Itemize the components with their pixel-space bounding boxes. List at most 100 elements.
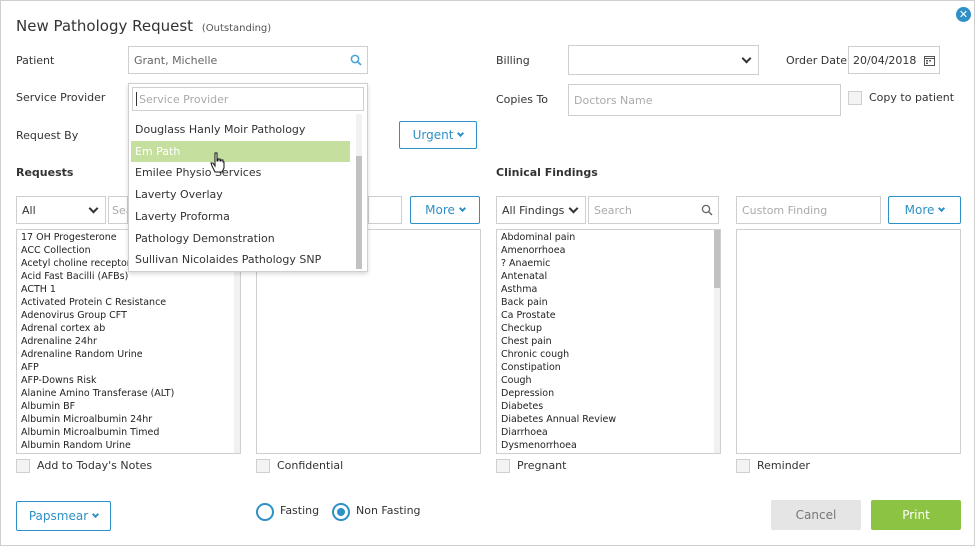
dropdown-option[interactable]: Douglass Hanly Moir Pathology	[131, 119, 350, 140]
list-item[interactable]: Activated Protein C Resistance	[17, 296, 240, 309]
list-item[interactable]: AFP	[17, 361, 240, 374]
request-by-label: Request By	[16, 129, 79, 142]
confidential-checkbox[interactable]	[256, 459, 270, 473]
findings-more-button[interactable]: More	[888, 196, 961, 224]
requests-search-placeholder: Sea	[112, 203, 127, 217]
dropdown-option[interactable]: Laverty Proforma	[131, 206, 350, 227]
list-item[interactable]: Diarrhoea	[497, 426, 720, 439]
list-item[interactable]: Dysmenorrhoea	[497, 439, 720, 452]
pregnant-label: Pregnant	[517, 459, 567, 472]
copy-to-patient-label: Copy to patient	[869, 91, 955, 104]
chevron-down-icon	[457, 129, 465, 138]
order-date-label: Order Date	[786, 54, 848, 67]
cancel-button[interactable]: Cancel	[771, 500, 861, 530]
reminder-checkbox[interactable]	[736, 459, 750, 473]
requests-custom-input[interactable]	[368, 196, 402, 224]
list-item[interactable]: Asthma	[497, 283, 720, 296]
requests-more-label: More	[425, 203, 455, 217]
list-item[interactable]: Back pain	[497, 296, 720, 309]
copy-to-patient-checkbox[interactable]	[848, 91, 862, 105]
list-item[interactable]: Diabetes	[497, 400, 720, 413]
print-button[interactable]: Print	[871, 500, 961, 530]
search-icon[interactable]	[350, 54, 362, 66]
list-item[interactable]: Albumin Random Urine	[17, 439, 240, 452]
chevron-down-icon	[92, 510, 100, 519]
pregnant-checkbox[interactable]	[496, 459, 510, 473]
dropdown-option[interactable]: Emilee Physio Services	[131, 162, 350, 183]
non-fasting-radio[interactable]	[332, 503, 350, 521]
chevron-down-icon	[568, 203, 579, 213]
add-to-notes-label: Add to Today's Notes	[37, 459, 153, 472]
list-item[interactable]: Chest pain	[497, 335, 720, 348]
requests-search-input[interactable]: Sea	[108, 196, 128, 224]
papsmear-label: Papsmear	[28, 509, 89, 523]
custom-finding-placeholder: Custom Finding	[742, 203, 828, 217]
requests-filter-value: All	[22, 203, 36, 217]
chevron-down-icon	[741, 53, 752, 63]
findings-search-input[interactable]: Search	[588, 196, 719, 224]
dropdown-option[interactable]: Sullivan Nicolaides Pathology SNP	[131, 249, 350, 270]
list-item[interactable]: Constipation	[497, 361, 720, 374]
dropdown-option-highlighted[interactable]: Em Path	[131, 141, 350, 162]
chevron-down-icon	[88, 203, 99, 213]
list-item[interactable]: Depression	[497, 387, 720, 400]
list-item[interactable]: Amenorrhoea	[497, 244, 720, 257]
custom-finding-input[interactable]: Custom Finding	[736, 196, 881, 224]
list-item[interactable]: Antenatal	[497, 270, 720, 283]
selected-findings-list[interactable]	[736, 229, 961, 454]
billing-select[interactable]	[568, 45, 759, 75]
list-item[interactable]: ACTH 1	[17, 283, 240, 296]
list-item[interactable]: Abdominal pain	[497, 231, 720, 244]
fasting-label: Fasting	[280, 504, 320, 517]
list-item[interactable]: Checkup	[497, 322, 720, 335]
findings-list[interactable]: Abdominal pain Amenorrhoea ? Anaemic Ant…	[496, 229, 721, 454]
findings-search-placeholder: Search	[594, 203, 632, 217]
service-provider-dropdown[interactable]: Service Provider Douglass Hanly Moir Pat…	[128, 83, 368, 272]
findings-filter-select[interactable]: All Findings	[496, 196, 586, 224]
list-item[interactable]: Cough	[497, 374, 720, 387]
urgent-button[interactable]: Urgent	[399, 121, 477, 149]
findings-scrollbar[interactable]	[714, 230, 720, 453]
list-item[interactable]: Alanine Amino Transferase (ALT)	[17, 387, 240, 400]
service-provider-input[interactable]: Service Provider	[132, 87, 364, 111]
findings-more-label: More	[904, 203, 935, 217]
list-item[interactable]: Adrenal cortex ab	[17, 322, 240, 335]
hand-cursor-icon	[210, 152, 225, 173]
dropdown-clipped-row	[131, 112, 352, 116]
dialog-title: New Pathology Request (Outstanding)	[16, 17, 271, 35]
list-item[interactable]: Diabetes Annual Review	[497, 413, 720, 426]
dropdown-option[interactable]: Laverty Overlay	[131, 184, 350, 205]
dropdown-scrollbar[interactable]	[356, 114, 362, 269]
list-item[interactable]: Ca Prostate	[497, 309, 720, 322]
billing-label: Billing	[496, 54, 530, 67]
patient-field[interactable]: Grant, Michelle	[128, 46, 368, 74]
order-date-field[interactable]: 20/04/2018	[848, 46, 940, 74]
list-item[interactable]: Chronic cough	[497, 348, 720, 361]
text-caret	[136, 92, 137, 106]
service-provider-placeholder: Service Provider	[139, 92, 229, 106]
patient-label: Patient	[16, 54, 55, 67]
list-item[interactable]: Albumin BF	[17, 400, 240, 413]
dropdown-option[interactable]: Pathology Demonstration	[131, 228, 350, 249]
add-to-notes-checkbox[interactable]	[16, 459, 30, 473]
service-provider-label: Service Provider	[16, 91, 106, 104]
list-item[interactable]: AFP-Downs Risk	[17, 374, 240, 387]
search-icon[interactable]	[701, 204, 713, 216]
list-item[interactable]: Adrenaline Random Urine	[17, 348, 240, 361]
papsmear-button[interactable]: Papsmear	[16, 501, 111, 531]
list-item[interactable]: Adrenaline 24hr	[17, 335, 240, 348]
dialog-status: (Outstanding)	[201, 23, 272, 34]
list-item[interactable]: Albumin Microalbumin 24hr	[17, 413, 240, 426]
requests-more-button[interactable]: More	[410, 196, 480, 224]
urgent-button-label: Urgent	[412, 128, 454, 142]
list-item[interactable]: Albumin Microalbumin Timed	[17, 426, 240, 439]
close-icon[interactable]: ✕	[956, 7, 971, 22]
requests-filter-select[interactable]: All	[16, 196, 106, 224]
copies-to-field[interactable]: Doctors Name	[568, 84, 841, 116]
fasting-radio[interactable]	[256, 503, 274, 521]
calendar-icon[interactable]	[924, 55, 935, 66]
list-item[interactable]: Adenovirus Group CFT	[17, 309, 240, 322]
list-item[interactable]: ? Anaemic	[497, 257, 720, 270]
patient-value: Grant, Michelle	[134, 53, 218, 67]
clinical-findings-heading: Clinical Findings	[496, 166, 598, 179]
